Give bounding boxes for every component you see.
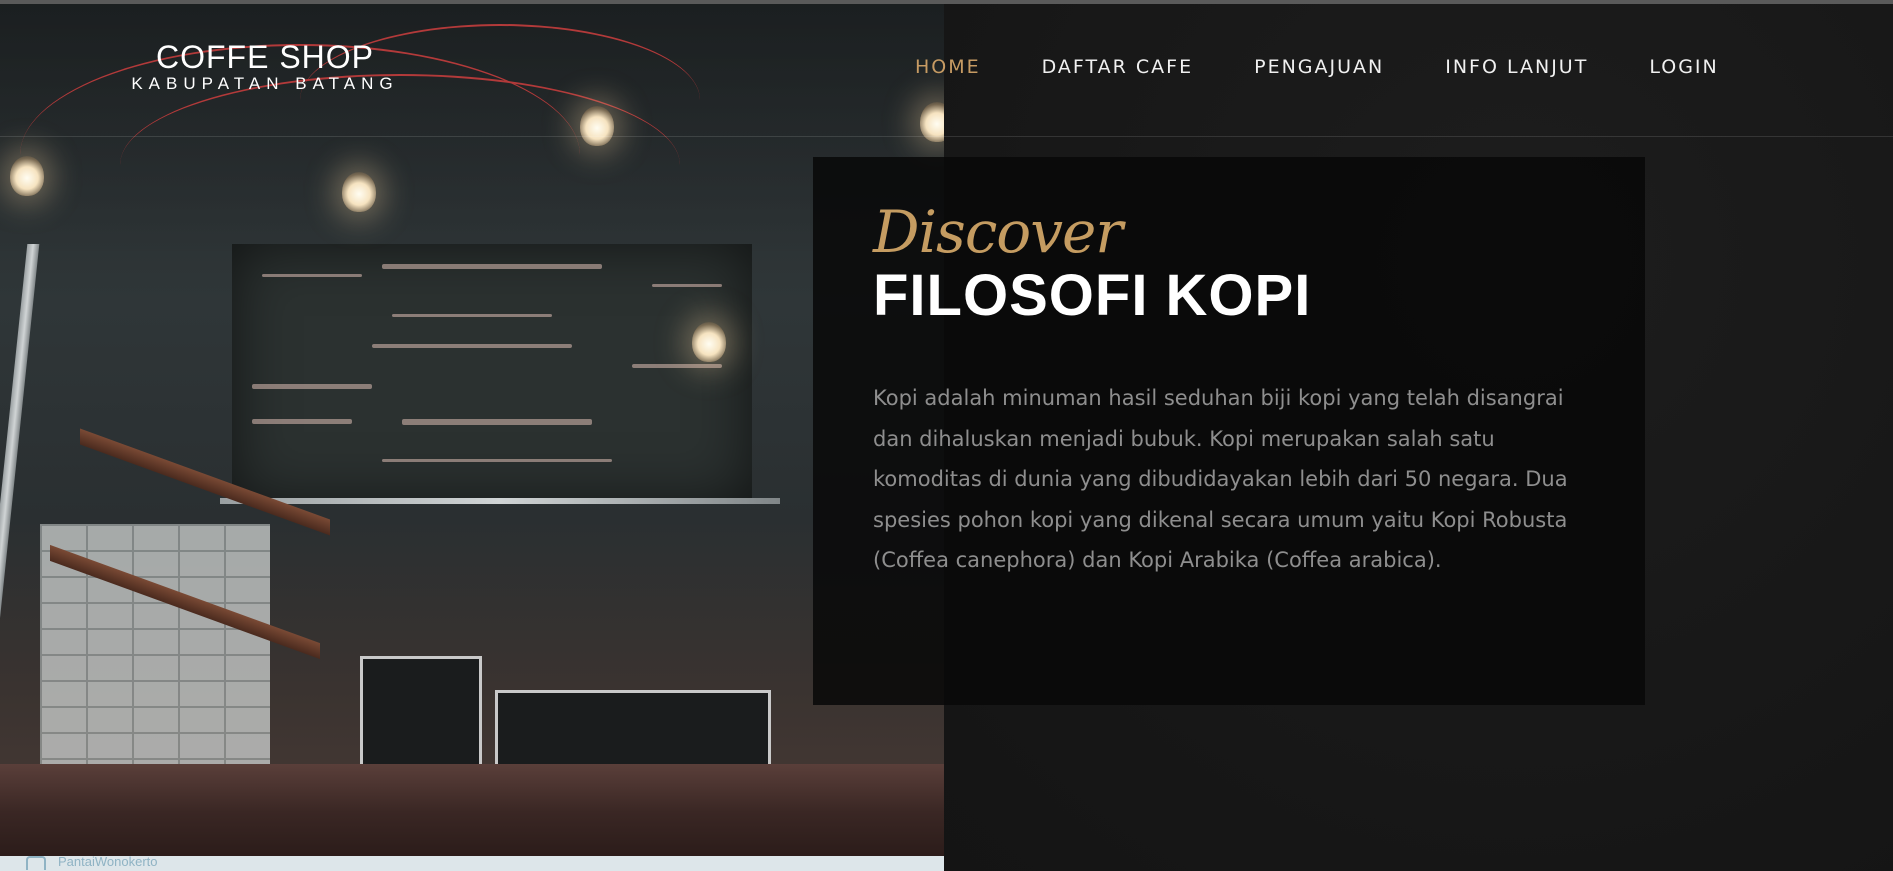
brand-logo[interactable]: COFFE SHOP KABUPATAN BATANG [110, 40, 420, 94]
light-bulb-icon [10, 156, 44, 196]
chalkboard-graphic [232, 244, 752, 504]
hero-description: Kopi adalah minuman hasil seduhan biji k… [873, 386, 1568, 572]
hero-cafe-photo [0, 4, 944, 860]
hero-kicker: Discover [873, 198, 1123, 266]
browser-icon [26, 856, 46, 870]
light-bulb-icon [580, 106, 614, 146]
nav-info-lanjut[interactable]: INFO LANJUT [1445, 56, 1588, 84]
light-bulb-icon [342, 172, 376, 212]
light-bulb-icon [692, 322, 726, 362]
nav-daftar-cafe[interactable]: DAFTAR CAFE [1042, 56, 1193, 84]
taskbar-label: PantaiWonokerto [58, 854, 158, 869]
hero-title: FILOSOFI KOPI [873, 263, 1312, 328]
bar-counter [0, 764, 944, 860]
brand-subtitle: KABUPATAN BATANG [131, 74, 399, 93]
brand-title: COFFE SHOP [155, 39, 374, 75]
nav-home[interactable]: HOME [915, 56, 981, 84]
header-divider [0, 136, 1893, 137]
page: PantaiWonokerto COFFE SHOP KABUPATAN BAT… [0, 0, 1893, 871]
main-nav: HOME DAFTAR CAFE PENGAJUAN INFO LANJUT L… [915, 56, 1719, 84]
nav-pengajuan[interactable]: PENGAJUAN [1254, 56, 1384, 84]
nav-login[interactable]: LOGIN [1649, 56, 1718, 84]
